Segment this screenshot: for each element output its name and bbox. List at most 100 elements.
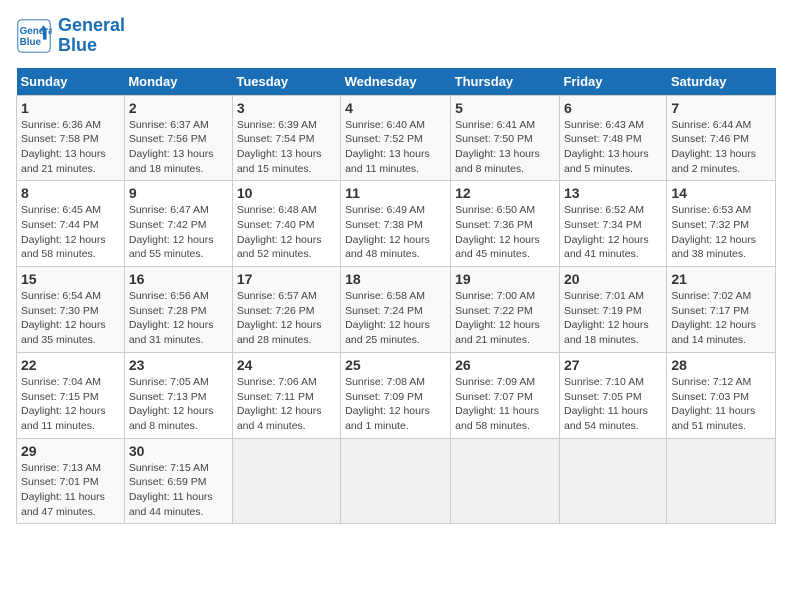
calendar-cell: 17 Sunrise: 6:57 AMSunset: 7:26 PMDayligh… xyxy=(232,267,340,353)
calendar-cell: 12 Sunrise: 6:50 AMSunset: 7:36 PMDayligh… xyxy=(451,181,560,267)
day-number: 6 xyxy=(564,100,662,116)
day-number: 25 xyxy=(345,357,446,373)
day-number: 18 xyxy=(345,271,446,287)
day-info: Sunrise: 6:56 AMSunset: 7:28 PMDaylight:… xyxy=(129,289,228,348)
day-number: 12 xyxy=(455,185,555,201)
day-info: Sunrise: 6:39 AMSunset: 7:54 PMDaylight:… xyxy=(237,118,336,177)
calendar-cell xyxy=(667,438,776,524)
day-number: 24 xyxy=(237,357,336,373)
calendar-cell xyxy=(451,438,560,524)
calendar-cell: 23 Sunrise: 7:05 AMSunset: 7:13 PMDayligh… xyxy=(124,352,232,438)
day-number: 14 xyxy=(671,185,771,201)
calendar-cell: 24 Sunrise: 7:06 AMSunset: 7:11 PMDayligh… xyxy=(232,352,340,438)
day-info: Sunrise: 7:00 AMSunset: 7:22 PMDaylight:… xyxy=(455,289,555,348)
day-number: 4 xyxy=(345,100,446,116)
day-info: Sunrise: 6:40 AMSunset: 7:52 PMDaylight:… xyxy=(345,118,446,177)
calendar-table: SundayMondayTuesdayWednesdayThursdayFrid… xyxy=(16,68,776,525)
calendar-cell: 30 Sunrise: 7:15 AMSunset: 6:59 PMDayligh… xyxy=(124,438,232,524)
calendar-cell: 13 Sunrise: 6:52 AMSunset: 7:34 PMDayligh… xyxy=(559,181,666,267)
weekday-header-cell: Wednesday xyxy=(341,68,451,96)
day-info: Sunrise: 7:10 AMSunset: 7:05 PMDaylight:… xyxy=(564,375,662,434)
calendar-cell: 16Sunrise: 6:56 AMSunset: 7:28 PMDayligh… xyxy=(124,267,232,353)
calendar-cell: 28 Sunrise: 7:12 AMSunset: 7:03 PMDayligh… xyxy=(667,352,776,438)
day-info: Sunrise: 7:05 AMSunset: 7:13 PMDaylight:… xyxy=(129,375,228,434)
calendar-cell: 11Sunrise: 6:49 AMSunset: 7:38 PMDayligh… xyxy=(341,181,451,267)
day-number: 10 xyxy=(237,185,336,201)
day-number: 15 xyxy=(21,271,120,287)
day-info: Sunrise: 7:08 AMSunset: 7:09 PMDaylight:… xyxy=(345,375,446,434)
calendar-cell: 6 Sunrise: 6:43 AMSunset: 7:48 PMDaylight… xyxy=(559,95,666,181)
day-info: Sunrise: 6:45 AMSunset: 7:44 PMDaylight:… xyxy=(21,203,120,262)
calendar-cell: 3 Sunrise: 6:39 AMSunset: 7:54 PMDaylight… xyxy=(232,95,340,181)
day-info: Sunrise: 6:41 AMSunset: 7:50 PMDaylight:… xyxy=(455,118,555,177)
calendar-week-row: 29 Sunrise: 7:13 AMSunset: 7:01 PMDayligh… xyxy=(17,438,776,524)
day-number: 3 xyxy=(237,100,336,116)
weekday-header-cell: Thursday xyxy=(451,68,560,96)
day-number: 23 xyxy=(129,357,228,373)
day-info: Sunrise: 7:04 AMSunset: 7:15 PMDaylight:… xyxy=(21,375,120,434)
day-info: Sunrise: 6:48 AMSunset: 7:40 PMDaylight:… xyxy=(237,203,336,262)
calendar-cell: 18 Sunrise: 6:58 AMSunset: 7:24 PMDayligh… xyxy=(341,267,451,353)
day-number: 8 xyxy=(21,185,120,201)
day-info: Sunrise: 6:44 AMSunset: 7:46 PMDaylight:… xyxy=(671,118,771,177)
day-info: Sunrise: 6:37 AMSunset: 7:56 PMDaylight:… xyxy=(129,118,228,177)
day-number: 7 xyxy=(671,100,771,116)
logo-icon: General Blue xyxy=(16,18,52,54)
day-number: 17 xyxy=(237,271,336,287)
calendar-week-row: 15 Sunrise: 6:54 AMSunset: 7:30 PMDayligh… xyxy=(17,267,776,353)
day-info: Sunrise: 6:52 AMSunset: 7:34 PMDaylight:… xyxy=(564,203,662,262)
day-info: Sunrise: 6:47 AMSunset: 7:42 PMDaylight:… xyxy=(129,203,228,262)
day-number: 11 xyxy=(345,185,446,201)
weekday-header-cell: Saturday xyxy=(667,68,776,96)
calendar-cell: 1Sunrise: 6:36 AMSunset: 7:58 PMDaylight… xyxy=(17,95,125,181)
day-number: 21 xyxy=(671,271,771,287)
weekday-header-cell: Friday xyxy=(559,68,666,96)
calendar-week-row: 8 Sunrise: 6:45 AMSunset: 7:44 PMDaylight… xyxy=(17,181,776,267)
day-number: 30 xyxy=(129,443,228,459)
calendar-cell: 29 Sunrise: 7:13 AMSunset: 7:01 PMDayligh… xyxy=(17,438,125,524)
day-info: Sunrise: 6:50 AMSunset: 7:36 PMDaylight:… xyxy=(455,203,555,262)
day-info: Sunrise: 7:09 AMSunset: 7:07 PMDaylight:… xyxy=(455,375,555,434)
day-info: Sunrise: 7:12 AMSunset: 7:03 PMDaylight:… xyxy=(671,375,771,434)
calendar-cell: 21 Sunrise: 7:02 AMSunset: 7:17 PMDayligh… xyxy=(667,267,776,353)
day-info: Sunrise: 6:53 AMSunset: 7:32 PMDaylight:… xyxy=(671,203,771,262)
day-number: 28 xyxy=(671,357,771,373)
day-number: 22 xyxy=(21,357,120,373)
day-number: 1 xyxy=(21,100,120,116)
weekday-header-row: SundayMondayTuesdayWednesdayThursdayFrid… xyxy=(17,68,776,96)
calendar-cell xyxy=(559,438,666,524)
logo-text: General Blue xyxy=(58,16,125,56)
day-info: Sunrise: 7:06 AMSunset: 7:11 PMDaylight:… xyxy=(237,375,336,434)
calendar-cell: 15 Sunrise: 6:54 AMSunset: 7:30 PMDayligh… xyxy=(17,267,125,353)
calendar-cell: 2 Sunrise: 6:37 AMSunset: 7:56 PMDaylight… xyxy=(124,95,232,181)
svg-text:Blue: Blue xyxy=(20,37,42,48)
calendar-cell: 5 Sunrise: 6:41 AMSunset: 7:50 PMDaylight… xyxy=(451,95,560,181)
logo: General Blue General Blue xyxy=(16,16,125,56)
day-number: 5 xyxy=(455,100,555,116)
day-info: Sunrise: 7:01 AMSunset: 7:19 PMDaylight:… xyxy=(564,289,662,348)
calendar-cell: 19 Sunrise: 7:00 AMSunset: 7:22 PMDayligh… xyxy=(451,267,560,353)
day-info: Sunrise: 6:54 AMSunset: 7:30 PMDaylight:… xyxy=(21,289,120,348)
day-number: 13 xyxy=(564,185,662,201)
calendar-cell: 8 Sunrise: 6:45 AMSunset: 7:44 PMDaylight… xyxy=(17,181,125,267)
day-number: 26 xyxy=(455,357,555,373)
day-info: Sunrise: 7:15 AMSunset: 6:59 PMDaylight:… xyxy=(129,461,228,520)
calendar-cell: 22 Sunrise: 7:04 AMSunset: 7:15 PMDayligh… xyxy=(17,352,125,438)
day-info: Sunrise: 7:13 AMSunset: 7:01 PMDaylight:… xyxy=(21,461,120,520)
day-number: 2 xyxy=(129,100,228,116)
calendar-week-row: 1Sunrise: 6:36 AMSunset: 7:58 PMDaylight… xyxy=(17,95,776,181)
day-info: Sunrise: 6:58 AMSunset: 7:24 PMDaylight:… xyxy=(345,289,446,348)
header: General Blue General Blue xyxy=(16,16,776,56)
calendar-body: 1Sunrise: 6:36 AMSunset: 7:58 PMDaylight… xyxy=(17,95,776,524)
weekday-header-cell: Monday xyxy=(124,68,232,96)
calendar-cell xyxy=(341,438,451,524)
svg-text:General: General xyxy=(20,26,52,37)
calendar-cell xyxy=(232,438,340,524)
day-info: Sunrise: 6:57 AMSunset: 7:26 PMDaylight:… xyxy=(237,289,336,348)
calendar-cell: 27Sunrise: 7:10 AMSunset: 7:05 PMDayligh… xyxy=(559,352,666,438)
day-info: Sunrise: 7:02 AMSunset: 7:17 PMDaylight:… xyxy=(671,289,771,348)
day-number: 9 xyxy=(129,185,228,201)
day-info: Sunrise: 6:43 AMSunset: 7:48 PMDaylight:… xyxy=(564,118,662,177)
day-number: 19 xyxy=(455,271,555,287)
day-number: 29 xyxy=(21,443,120,459)
